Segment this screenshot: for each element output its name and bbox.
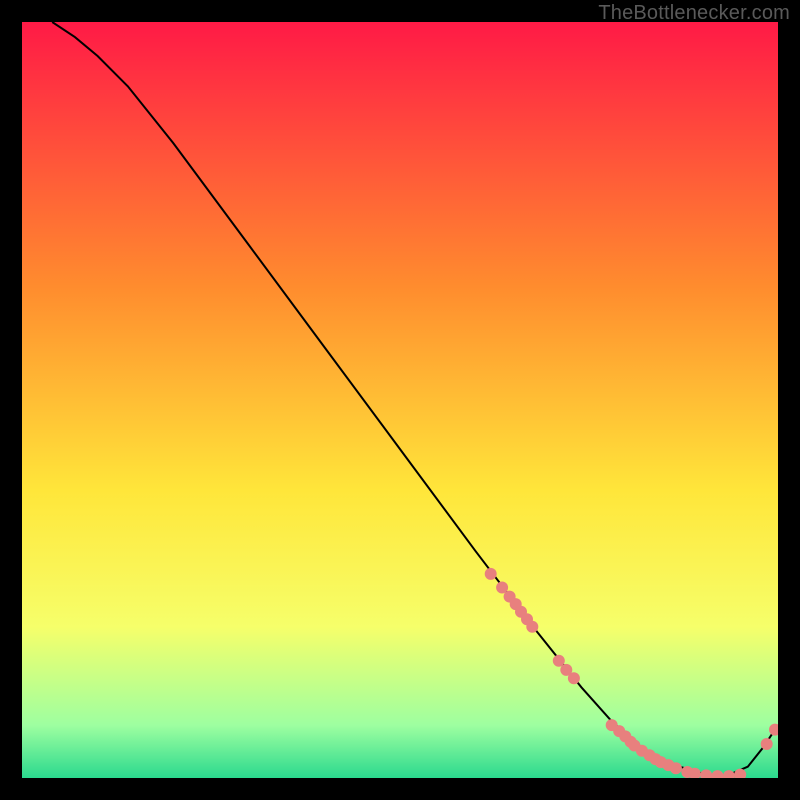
data-point	[761, 738, 773, 750]
data-point	[568, 672, 580, 684]
gradient-background	[22, 22, 778, 778]
data-point	[526, 621, 538, 633]
plot-area	[22, 22, 778, 778]
chart-svg	[22, 22, 778, 778]
chart-stage: TheBottlenecker.com	[0, 0, 800, 800]
data-point	[485, 568, 497, 580]
data-point	[670, 762, 682, 774]
